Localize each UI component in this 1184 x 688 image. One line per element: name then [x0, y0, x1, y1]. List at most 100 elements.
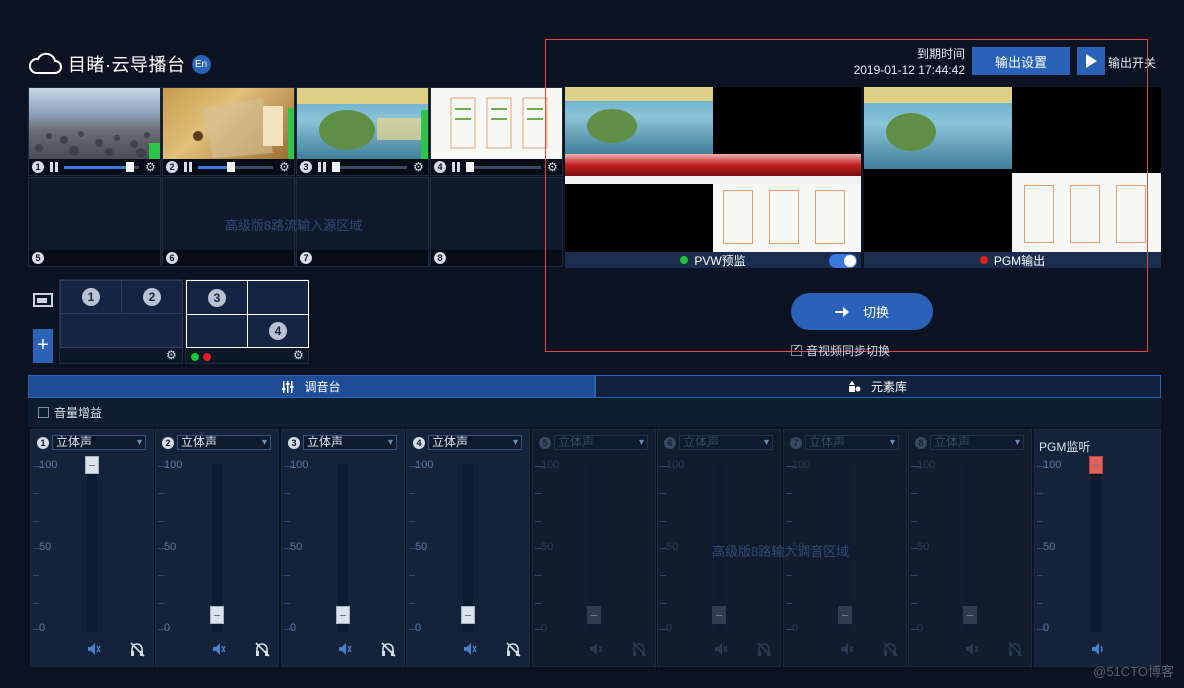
channel-fader[interactable] — [336, 606, 350, 624]
tab-mixer-label: 调音台 — [304, 380, 341, 394]
source-number: 2 — [166, 161, 178, 173]
scale-label-0: 0 — [164, 622, 171, 634]
pvw-bar: PVW预监 — [565, 252, 861, 268]
source-cell-2[interactable]: 2 ⚙ — [162, 87, 295, 176]
sync-switch-option[interactable]: ✓ 音视频同步切换 — [791, 342, 890, 359]
tab-elements[interactable]: 元素库 — [595, 375, 1161, 398]
scale-label-0: 0 — [666, 622, 673, 634]
layout-slot-number: 3 — [208, 288, 226, 307]
source-volume-slider[interactable] — [64, 161, 139, 172]
channel-header: 3 立体声 — [288, 435, 397, 450]
pgm-label: PGM输出 — [993, 253, 1046, 268]
layout-preset-1[interactable]: 1 2 ⚙ — [59, 279, 183, 364]
sync-checkbox[interactable]: ✓ — [791, 343, 802, 356]
gear-icon[interactable]: ⚙ — [293, 349, 305, 361]
headphone-off-icon[interactable] — [505, 641, 521, 657]
scale-label-100: 100 — [164, 459, 183, 471]
source-thumbnail — [297, 88, 428, 159]
pause-icon[interactable] — [452, 162, 460, 172]
source-volume-slider[interactable] — [466, 161, 541, 172]
pause-icon[interactable] — [318, 162, 326, 172]
channel-number: 6 — [664, 436, 676, 449]
scale-label-50: 50 — [164, 541, 177, 553]
pvw-screen[interactable] — [565, 87, 861, 252]
layout-slot-number: 2 — [143, 288, 161, 306]
pause-icon[interactable] — [50, 162, 58, 172]
speaker-icon[interactable] — [212, 642, 226, 656]
gear-icon[interactable]: ⚙ — [547, 161, 559, 173]
sync-label: 音视频同步切换 — [806, 344, 891, 358]
source-thumbnail — [29, 88, 160, 159]
channel-header: 4 立体声 — [413, 435, 522, 450]
output-toggle-button[interactable] — [1077, 47, 1105, 75]
gain-checkbox[interactable] — [38, 407, 49, 418]
gear-icon[interactable]: ⚙ — [166, 349, 178, 361]
source-cell-8: 8 — [430, 177, 563, 267]
pgm-panel: PGM输出 — [864, 87, 1161, 268]
speaker-icon[interactable] — [463, 642, 477, 656]
source-volume-slider[interactable] — [198, 161, 273, 172]
scale-label-0: 0 — [1043, 622, 1050, 634]
source-controls: 1 ⚙ — [29, 159, 160, 175]
speaker-icon[interactable] — [338, 642, 352, 656]
source-controls: 2 ⚙ — [163, 159, 294, 175]
layout-preset-2[interactable]: 3 4 ⚙ — [185, 279, 309, 364]
speaker-icon — [966, 643, 979, 655]
pgm-fader[interactable] — [1089, 456, 1103, 474]
gain-option[interactable]: 音量增益 — [38, 404, 102, 421]
tab-mixer[interactable]: 调音台 — [28, 375, 595, 398]
channel-fader[interactable] — [461, 606, 475, 624]
scale-label-0: 0 — [290, 622, 297, 634]
scale-label-100: 100 — [290, 459, 309, 471]
add-layout-button[interactable]: + — [33, 329, 53, 363]
headphone-off-icon[interactable] — [254, 641, 270, 657]
headphone-off-icon[interactable] — [129, 641, 145, 657]
output-settings-button[interactable]: 输出设置 — [972, 47, 1070, 75]
headphone-off-icon — [632, 642, 647, 657]
pvw-label: PVW预监 — [694, 253, 746, 268]
channel-mode-select[interactable]: 立体声 — [428, 435, 522, 450]
channel-mode-select[interactable]: 立体声 — [177, 435, 271, 450]
gear-icon[interactable]: ⚙ — [413, 161, 425, 173]
language-toggle[interactable]: En — [191, 54, 211, 74]
channel-mode-select[interactable]: 立体声 — [303, 435, 397, 450]
pvw-indicator — [191, 353, 199, 361]
scale-label-0: 0 — [792, 622, 799, 634]
channel-mode-select[interactable]: 立体声 — [52, 435, 146, 450]
gear-icon[interactable]: ⚙ — [145, 161, 157, 173]
speaker-icon[interactable] — [1091, 642, 1105, 656]
scale-label-100: 100 — [917, 459, 936, 471]
expiry-label: 到期时间 — [916, 47, 965, 61]
pause-icon[interactable] — [184, 162, 192, 172]
mixer-channel-4: 4 立体声 100 50 0 — [406, 429, 530, 667]
channel-number: 2 — [162, 436, 174, 449]
speaker-icon — [715, 643, 728, 655]
volume-scale: 100 50 0 — [535, 459, 561, 634]
scale-label-0: 0 — [415, 622, 422, 634]
layout-icon[interactable] — [33, 293, 53, 307]
source-cell-1[interactable]: 1 ⚙ — [28, 87, 161, 176]
channel-fader[interactable] — [210, 606, 224, 624]
pvw-toggle[interactable] — [829, 254, 857, 268]
scale-label-50: 50 — [666, 541, 679, 553]
gear-icon[interactable]: ⚙ — [279, 161, 291, 173]
mixer-channel-2: 2 立体声 100 50 0 — [155, 429, 279, 667]
scale-label-100: 100 — [541, 459, 560, 471]
expiry-info: 到期时间 2019-01-12 17:44:42 — [854, 46, 965, 78]
output-switch-label: 输出开关 — [1108, 56, 1157, 70]
headphone-off-icon[interactable] — [380, 641, 396, 657]
switch-button[interactable]: 切换 — [791, 293, 933, 330]
fader-track — [1091, 464, 1101, 632]
channel-fader[interactable] — [85, 456, 99, 474]
source-cell-4[interactable]: 4 ⚙ — [430, 87, 563, 176]
source-volume-slider[interactable] — [332, 161, 407, 172]
scale-label-100: 100 — [666, 459, 685, 471]
source-number: 6 — [166, 252, 178, 264]
source-cell-3[interactable]: 3 ⚙ — [296, 87, 429, 176]
channel-header: 6 立体声 — [664, 435, 773, 450]
speaker-icon[interactable] — [87, 642, 101, 656]
channel-header: 1 立体声 — [37, 435, 146, 450]
advanced-mixer-placeholder: 高级版8路输入调音区域 — [712, 544, 850, 559]
source-number: 7 — [300, 252, 312, 264]
scale-label-50: 50 — [917, 541, 930, 553]
